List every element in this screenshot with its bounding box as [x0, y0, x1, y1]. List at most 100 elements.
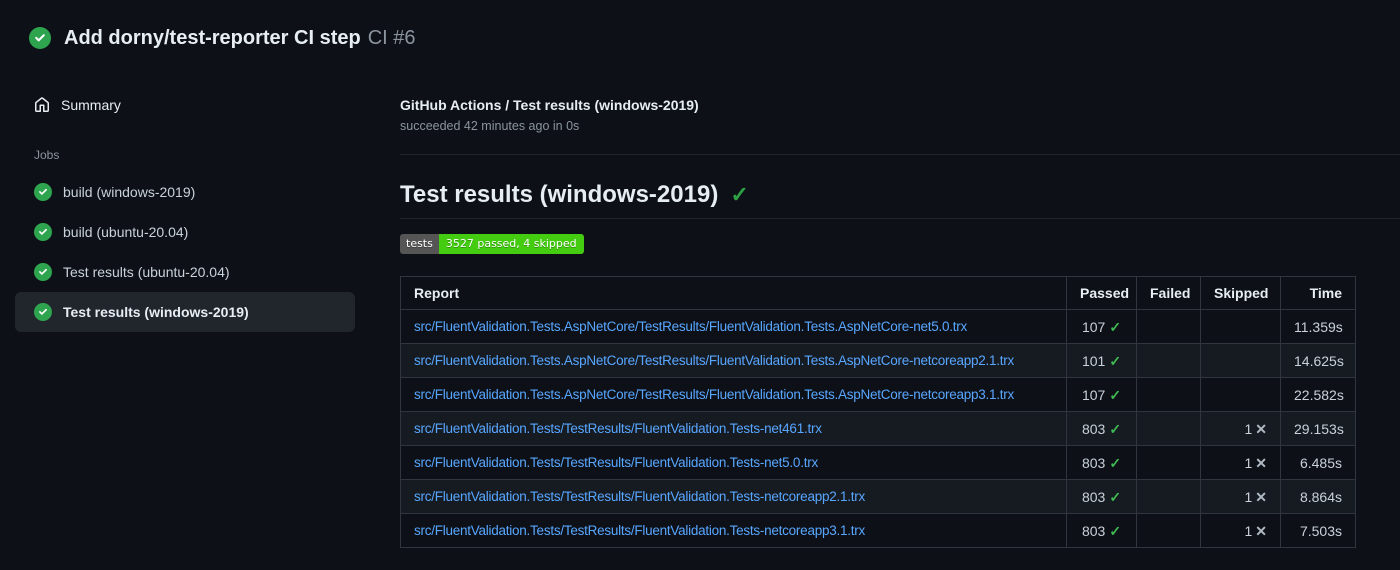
time-cell: 11.359s — [1280, 309, 1356, 344]
passed-cell: 107 ✓ — [1066, 309, 1137, 344]
skipped-cell: 1 ✕ — [1200, 411, 1281, 446]
failed-cell — [1136, 309, 1201, 344]
report-link[interactable]: src/FluentValidation.Tests/TestResults/F… — [414, 455, 818, 470]
job-label: build (ubuntu-20.04) — [63, 224, 189, 240]
sidebar-item-summary[interactable]: Summary — [15, 86, 355, 124]
divider — [400, 154, 1400, 155]
divider — [400, 218, 1400, 219]
failed-cell — [1136, 445, 1201, 480]
report-cell: src/FluentValidation.Tests/TestResults/F… — [400, 411, 1067, 446]
failed-cell — [1136, 343, 1201, 378]
report-link[interactable]: src/FluentValidation.Tests/TestResults/F… — [414, 421, 822, 436]
time-cell: 29.153s — [1280, 411, 1356, 446]
check-circle-icon — [34, 263, 52, 281]
report-link[interactable]: src/FluentValidation.Tests.AspNetCore/Te… — [414, 387, 1014, 402]
page-title: Add dorny/test-reporter CI step CI #6 — [64, 26, 416, 50]
failed-cell — [1136, 411, 1201, 446]
report-link[interactable]: src/FluentValidation.Tests/TestResults/F… — [414, 489, 865, 504]
passed-cell: 107 ✓ — [1066, 377, 1137, 412]
check-icon: ✓ — [1109, 488, 1122, 505]
sidebar-item-build-windows-2019[interactable]: build (windows-2019) — [15, 172, 355, 212]
passed-cell: 101 ✓ — [1066, 343, 1137, 378]
report-link[interactable]: src/FluentValidation.Tests.AspNetCore/Te… — [414, 319, 967, 334]
check-run-status-text: succeeded 42 minutes ago in 0s — [400, 119, 580, 133]
cross-icon: ✕ — [1255, 488, 1267, 505]
check-icon: ✓ — [1109, 522, 1122, 539]
cross-icon: ✕ — [1255, 522, 1267, 539]
check-icon: ✓ — [1109, 454, 1122, 471]
table-row: src/FluentValidation.Tests/TestResults/F… — [400, 445, 1356, 480]
tests-badge: tests 3527 passed, 4 skipped — [400, 234, 584, 254]
passed-cell: 803 ✓ — [1066, 479, 1137, 514]
column-header-failed: Failed — [1136, 276, 1201, 310]
badge-label: tests — [400, 234, 439, 254]
passed-cell: 803 ✓ — [1066, 411, 1137, 446]
sidebar-jobs-heading: Jobs — [34, 148, 60, 162]
table-row: src/FluentValidation.Tests/TestResults/F… — [400, 479, 1356, 514]
main-content: GitHub Actions / Test results (windows-2… — [400, 96, 1400, 548]
time-cell: 6.485s — [1280, 445, 1356, 480]
home-icon — [35, 97, 49, 112]
time-cell: 8.864s — [1280, 479, 1356, 514]
column-header-passed: Passed — [1066, 276, 1137, 310]
table-row: src/FluentValidation.Tests/TestResults/F… — [400, 513, 1356, 548]
sidebar-item-test-results-ubuntu-20-04[interactable]: Test results (ubuntu-20.04) — [15, 252, 355, 292]
workflow-run-title: Add dorny/test-reporter CI step — [64, 27, 361, 49]
skipped-cell — [1200, 343, 1281, 378]
table-row: src/FluentValidation.Tests.AspNetCore/Te… — [400, 343, 1356, 378]
report-cell: src/FluentValidation.Tests.AspNetCore/Te… — [400, 377, 1067, 412]
check-circle-icon — [34, 183, 52, 201]
report-link[interactable]: src/FluentValidation.Tests/TestResults/F… — [414, 523, 865, 538]
time-cell: 14.625s — [1280, 343, 1356, 378]
failed-cell — [1136, 377, 1201, 412]
workflow-run-header: Add dorny/test-reporter CI step CI #6 — [0, 0, 1400, 50]
job-label: Test results (windows-2019) — [63, 304, 249, 320]
failed-cell — [1136, 479, 1201, 514]
check-circle-icon — [29, 27, 51, 49]
column-header-report: Report — [400, 276, 1067, 310]
skipped-cell: 1 ✕ — [1200, 513, 1281, 548]
report-cell: src/FluentValidation.Tests/TestResults/F… — [400, 479, 1067, 514]
job-label: build (windows-2019) — [63, 184, 196, 200]
check-circle-icon — [34, 223, 52, 241]
time-cell: 22.582s — [1280, 377, 1356, 412]
table-row: src/FluentValidation.Tests/TestResults/F… — [400, 411, 1356, 446]
time-cell: 7.503s — [1280, 513, 1356, 548]
section-title: Test results (windows-2019) — [400, 181, 719, 208]
check-icon: ✓ — [1109, 420, 1122, 437]
report-cell: src/FluentValidation.Tests/TestResults/F… — [400, 445, 1067, 480]
badge-value: 3527 passed, 4 skipped — [438, 234, 584, 254]
skipped-cell — [1200, 377, 1281, 412]
table-row: src/FluentValidation.Tests.AspNetCore/Te… — [400, 377, 1356, 412]
passed-cell: 803 ✓ — [1066, 445, 1137, 480]
check-icon: ✓ — [1109, 352, 1122, 369]
cross-icon: ✕ — [1255, 420, 1267, 437]
column-header-skipped: Skipped — [1200, 276, 1281, 310]
report-link[interactable]: src/FluentValidation.Tests.AspNetCore/Te… — [414, 353, 1014, 368]
table-header-row: Report Passed Failed Skipped Time — [400, 276, 1356, 310]
section-heading: Test results (windows-2019) ✓ — [400, 180, 1400, 210]
skipped-cell: 1 ✕ — [1200, 445, 1281, 480]
failed-cell — [1136, 513, 1201, 548]
check-run-title: GitHub Actions / Test results (windows-2… — [400, 97, 699, 113]
test-results-table: Report Passed Failed Skipped Time src/Fl… — [400, 276, 1356, 548]
run-number: CI #6 — [367, 27, 416, 49]
report-cell: src/FluentValidation.Tests.AspNetCore/Te… — [400, 309, 1067, 344]
skipped-cell — [1200, 309, 1281, 344]
check-icon: ✓ — [730, 182, 749, 207]
sidebar: Summary Jobs build (windows-2019) build … — [15, 86, 355, 332]
cross-icon: ✕ — [1255, 454, 1267, 471]
skipped-cell: 1 ✕ — [1200, 479, 1281, 514]
sidebar-summary-label: Summary — [61, 97, 121, 113]
report-cell: src/FluentValidation.Tests.AspNetCore/Te… — [400, 343, 1067, 378]
check-icon: ✓ — [1109, 318, 1122, 335]
passed-cell: 803 ✓ — [1066, 513, 1137, 548]
job-label: Test results (ubuntu-20.04) — [63, 264, 230, 280]
check-circle-icon — [34, 303, 52, 321]
table-row: src/FluentValidation.Tests.AspNetCore/Te… — [400, 309, 1356, 344]
sidebar-item-build-ubuntu-20-04[interactable]: build (ubuntu-20.04) — [15, 212, 355, 252]
sidebar-item-test-results-windows-2019[interactable]: Test results (windows-2019) — [15, 292, 355, 332]
check-icon: ✓ — [1109, 386, 1122, 403]
report-cell: src/FluentValidation.Tests/TestResults/F… — [400, 513, 1067, 548]
column-header-time: Time — [1280, 276, 1356, 310]
